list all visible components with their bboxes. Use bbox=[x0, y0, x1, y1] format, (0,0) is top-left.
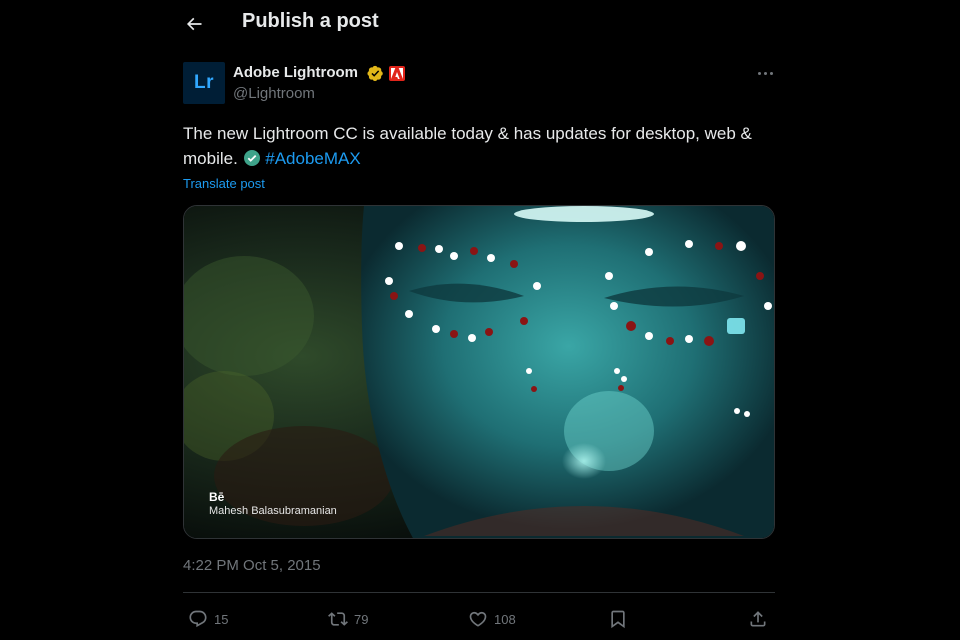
share-icon bbox=[750, 611, 766, 627]
behance-logo: Bē bbox=[209, 490, 225, 504]
repost-count: 79 bbox=[354, 611, 369, 627]
check-mark-icon bbox=[243, 150, 260, 166]
author-name[interactable]: Adobe Lightroom bbox=[233, 64, 358, 81]
bookmark-icon bbox=[611, 610, 625, 629]
translate-post-link[interactable]: Translate post bbox=[183, 176, 265, 191]
timestamp[interactable]: 4:22 PM Oct 5, 2015 bbox=[183, 557, 321, 574]
verified-badge-icon bbox=[367, 65, 383, 82]
reply-button[interactable]: 15 bbox=[188, 607, 228, 631]
dot bbox=[769, 71, 773, 75]
like-button[interactable]: 108 bbox=[468, 607, 516, 631]
bookmark-button[interactable] bbox=[608, 607, 628, 631]
face-photo bbox=[184, 206, 774, 538]
dot bbox=[757, 71, 761, 75]
header: Publish a post bbox=[168, 0, 790, 46]
reply-icon bbox=[189, 610, 207, 628]
page-title: Publish a post bbox=[242, 10, 379, 32]
repost-icon bbox=[328, 612, 348, 626]
post-text: The new Lightroom CC is available today … bbox=[183, 121, 783, 171]
post-column: Publish a post Lr Adobe Lightroom @Light… bbox=[168, 0, 790, 640]
heart-icon bbox=[469, 611, 487, 627]
repost-button[interactable]: 79 bbox=[328, 607, 368, 631]
share-button[interactable] bbox=[748, 607, 768, 631]
divider bbox=[183, 592, 775, 593]
arrow-left-icon bbox=[186, 17, 202, 31]
author-handle[interactable]: @Lightroom bbox=[233, 85, 315, 102]
photo-credit: Mahesh Balasubramanian bbox=[209, 505, 337, 517]
dot bbox=[763, 71, 767, 75]
avatar[interactable]: Lr bbox=[183, 62, 225, 104]
adobe-logo-icon bbox=[389, 66, 405, 81]
back-button[interactable] bbox=[178, 8, 210, 40]
hashtag-link[interactable]: #AdobeMAX bbox=[265, 149, 360, 168]
more-options-button[interactable] bbox=[750, 63, 780, 83]
reply-count: 15 bbox=[214, 611, 229, 627]
like-count: 108 bbox=[494, 611, 516, 627]
post-image[interactable]: Bē Mahesh Balasubramanian bbox=[183, 205, 775, 539]
